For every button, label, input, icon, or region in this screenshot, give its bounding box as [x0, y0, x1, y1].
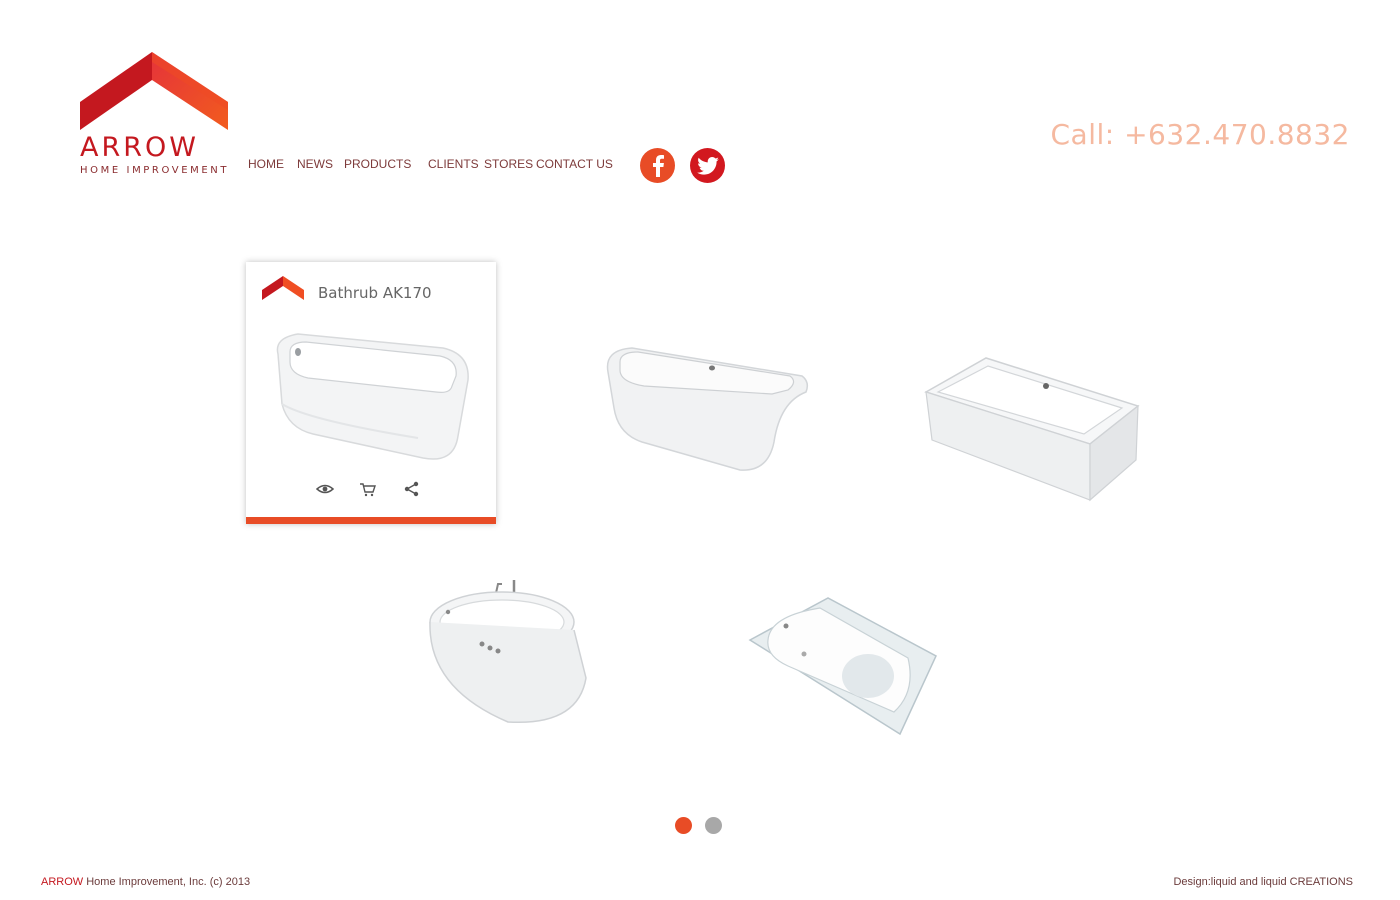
product-card[interactable]: Bathrub AK170: [246, 262, 496, 524]
eye-icon[interactable]: [316, 480, 334, 498]
product-title: Bathrub AK170: [318, 284, 432, 302]
facebook-button[interactable]: [640, 148, 675, 183]
nav-clients[interactable]: CLIENTS: [428, 157, 479, 171]
nav-stores[interactable]: STORES: [484, 157, 533, 171]
footer-brand: ARROW: [41, 876, 84, 888]
call-phone-text[interactable]: Call: +632.470.8832: [1050, 118, 1350, 151]
bathtub-rectangular-image[interactable]: [924, 356, 1140, 502]
twitter-icon: [696, 156, 719, 175]
pager-dot-1[interactable]: [675, 817, 692, 834]
card-roof-icon: [262, 276, 304, 300]
facebook-icon: [652, 154, 664, 177]
card-actions: [246, 480, 496, 498]
cart-icon[interactable]: [359, 480, 377, 498]
pager-dot-2[interactable]: [705, 817, 722, 834]
bathtub-back-to-wall-image[interactable]: [602, 342, 812, 476]
nav-home[interactable]: HOME: [248, 157, 284, 171]
logo-roof-icon: [80, 52, 228, 130]
card-accent-bar: [246, 517, 496, 524]
share-icon[interactable]: [403, 480, 421, 498]
bathtub-drop-in-image[interactable]: [748, 596, 938, 736]
brand-logo[interactable]: ARROW HOME IMPROVEMENT: [78, 52, 230, 180]
twitter-button[interactable]: [690, 148, 725, 183]
footer-copyright-text: Home Improvement, Inc. (c) 2013: [83, 876, 251, 888]
nav-products[interactable]: PRODUCTS: [344, 157, 411, 171]
footer-copyright: ARROW Home Improvement, Inc. (c) 2013: [41, 876, 250, 888]
bathtub-ak170-image: [276, 333, 469, 460]
logo-wordmark: ARROW: [80, 132, 199, 163]
bathtub-oval-faucet-image[interactable]: [428, 578, 590, 728]
nav-contact-us[interactable]: CONTACT US: [536, 157, 613, 171]
logo-subtitle: HOME IMPROVEMENT: [80, 165, 230, 176]
nav-news[interactable]: NEWS: [297, 157, 333, 171]
footer-credit[interactable]: Design:liquid and liquid CREATIONS: [1173, 876, 1353, 888]
